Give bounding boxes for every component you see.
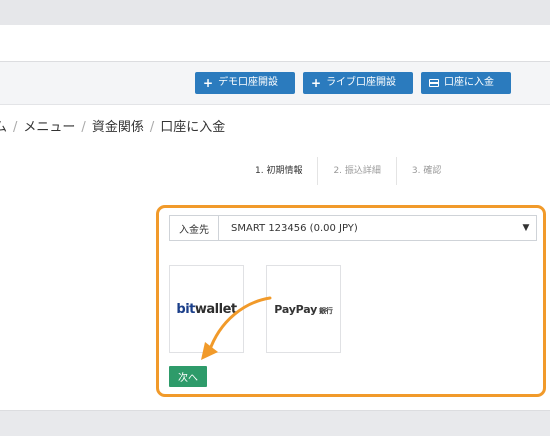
open-demo-account-label: デモ口座開設 bbox=[218, 77, 279, 88]
next-button[interactable]: 次へ bbox=[169, 366, 207, 387]
breadcrumb-separator: / bbox=[13, 120, 18, 135]
breadcrumb-separator: / bbox=[81, 120, 86, 135]
open-live-account-button[interactable]: + ライブ口座開設 bbox=[303, 72, 413, 94]
breadcrumb-bar: ム / メニュー / 資金関係 / 口座に入金 bbox=[0, 104, 550, 148]
payment-method-paypay[interactable]: PayPay 銀行 bbox=[266, 265, 341, 353]
deposit-funds-button[interactable]: 口座に入金 bbox=[421, 72, 511, 94]
open-demo-account-button[interactable]: + デモ口座開設 bbox=[195, 72, 295, 94]
deposit-destination-select[interactable]: 入金先 SMART 123456 (0.00 JPY) ▼ bbox=[169, 215, 537, 241]
top-bar bbox=[0, 0, 550, 26]
guide-arrow-icon bbox=[201, 296, 272, 360]
footer-bar bbox=[0, 410, 550, 436]
step-transfer-details: 2. 振込詳細 bbox=[318, 157, 397, 185]
step-initial-info: 1. 初期情報 bbox=[240, 157, 319, 185]
paypay-bank-logo: PayPay 銀行 bbox=[274, 302, 333, 316]
card-icon bbox=[429, 79, 439, 87]
breadcrumb-funds[interactable]: 資金関係 bbox=[92, 120, 144, 135]
breadcrumb: ム / メニュー / 資金関係 / 口座に入金 bbox=[0, 116, 225, 135]
breadcrumb-menu[interactable]: メニュー bbox=[23, 120, 75, 135]
deposit-destination-value[interactable]: SMART 123456 (0.00 JPY) bbox=[219, 223, 516, 234]
breadcrumb-separator: / bbox=[149, 120, 155, 135]
plus-icon: + bbox=[311, 76, 322, 90]
step-indicator: 1. 初期情報 2. 振込詳細 3. 確認 bbox=[240, 157, 456, 185]
sub-bar bbox=[0, 25, 550, 62]
open-live-account-label: ライブ口座開設 bbox=[326, 77, 397, 88]
breadcrumb-current: 口座に入金 bbox=[160, 120, 226, 135]
plus-icon: + bbox=[203, 76, 214, 90]
chevron-down-icon[interactable]: ▼ bbox=[516, 223, 536, 233]
breadcrumb-home[interactable]: ム bbox=[0, 120, 7, 135]
deposit-funds-label: 口座に入金 bbox=[444, 77, 494, 88]
deposit-destination-label: 入金先 bbox=[170, 216, 219, 240]
step-confirm: 3. 確認 bbox=[411, 166, 442, 176]
